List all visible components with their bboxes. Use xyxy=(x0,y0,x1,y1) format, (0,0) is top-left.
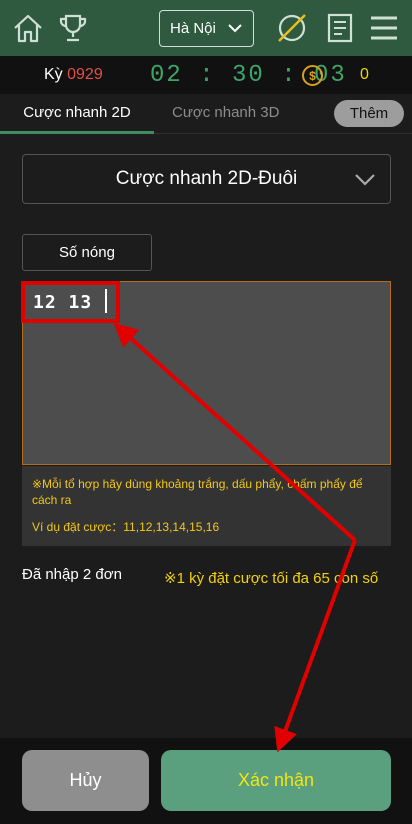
home-icon[interactable] xyxy=(10,10,46,46)
document-icon[interactable] xyxy=(322,10,358,46)
bet-type-value: Cược nhanh 2D-Đuôi xyxy=(115,168,298,189)
coin-icon: $ xyxy=(302,65,323,86)
chevron-down-icon xyxy=(227,20,243,40)
bet-limit-note: ※1 kỳ đặt cược tối đa 65 con số xyxy=(164,570,379,587)
instruction-text: ※Mỗi tổ hợp hãy dùng khoảng trắng, dấu p… xyxy=(32,477,363,507)
example-text: Ví dụ đặt cược：11,12,13,14,15,16 xyxy=(32,520,220,534)
period-label: Kỳ xyxy=(44,66,63,83)
region-select[interactable]: Hà Nội xyxy=(159,10,254,47)
menu-icon[interactable] xyxy=(366,10,402,46)
cancel-button[interactable]: Hủy xyxy=(22,750,149,811)
period-indicator: Kỳ 0929 xyxy=(44,66,103,84)
trophy-icon[interactable] xyxy=(55,10,91,46)
balance-value: 0 xyxy=(360,66,369,83)
region-select-value: Hà Nội xyxy=(170,20,216,37)
hot-numbers-button[interactable]: Số nóng xyxy=(22,234,152,271)
no-sound-icon[interactable] xyxy=(274,10,310,46)
confirm-button[interactable]: Xác nhận xyxy=(161,750,391,811)
highlight-box xyxy=(21,281,120,323)
tab-quick-2d[interactable]: Cược nhanh 2D xyxy=(0,94,154,134)
period-info-bar: Kỳ 0929 02 : 30 : 03 $ 0 xyxy=(0,56,412,94)
period-number: 0929 xyxy=(67,66,103,83)
top-bar: Hà Nội xyxy=(0,0,412,56)
input-instructions: ※Mỗi tổ hợp hãy dùng khoảng trắng, dấu p… xyxy=(22,466,391,546)
more-button[interactable]: Thêm xyxy=(334,100,404,127)
tab-quick-3d[interactable]: Cược nhanh 3D xyxy=(172,94,279,134)
chevron-down-icon xyxy=(354,170,376,194)
entered-count: Đã nhập 2 đơn xyxy=(22,566,122,583)
bet-tabs: Cược nhanh 2D Cược nhanh 3D Thêm xyxy=(0,94,412,134)
bet-type-select[interactable]: Cược nhanh 2D-Đuôi xyxy=(22,154,391,204)
